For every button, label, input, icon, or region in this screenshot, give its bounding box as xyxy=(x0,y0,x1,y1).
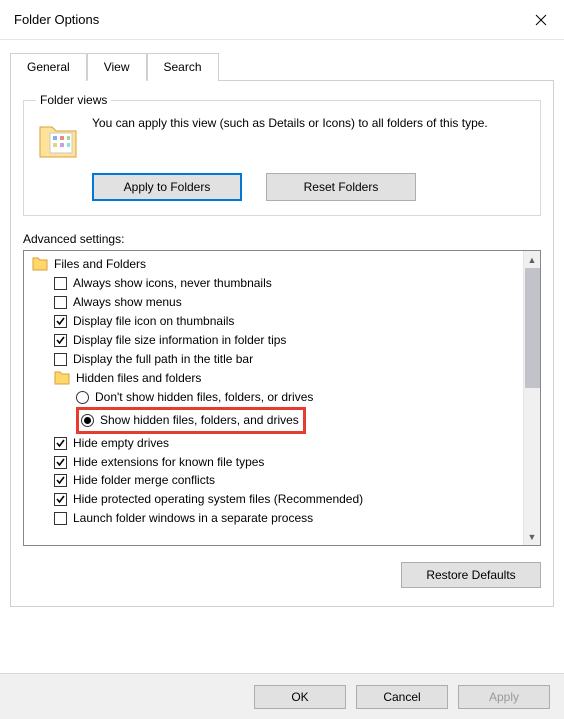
advanced-settings-label: Advanced settings: xyxy=(23,232,541,246)
scroll-thumb[interactable] xyxy=(525,268,540,388)
folder-icon xyxy=(32,257,48,271)
cancel-button[interactable]: Cancel xyxy=(356,685,448,709)
opt-launch-separate[interactable]: Launch folder windows in a separate proc… xyxy=(32,509,520,528)
opt-always-menus[interactable]: Always show menus xyxy=(32,293,520,312)
opt-dont-show-hidden[interactable]: Don't show hidden files, folders, or dri… xyxy=(32,388,520,407)
checkbox-checked-icon xyxy=(54,456,67,469)
folder-preview-icon xyxy=(36,119,80,163)
folder-icon xyxy=(54,371,70,385)
checkbox-checked-icon xyxy=(54,437,67,450)
checkbox-checked-icon xyxy=(54,315,67,328)
opt-hide-ext[interactable]: Hide extensions for known file types xyxy=(32,453,520,472)
folder-views-legend: Folder views xyxy=(36,93,111,107)
dialog-footer: OK Cancel Apply xyxy=(0,673,564,719)
restore-defaults-button[interactable]: Restore Defaults xyxy=(401,562,541,588)
opt-icon-thumbs[interactable]: Display file icon on thumbnails xyxy=(32,312,520,331)
tab-strip: General View Search xyxy=(10,52,554,80)
opt-always-icons[interactable]: Always show icons, never thumbnails xyxy=(32,274,520,293)
folder-views-group: Folder views You can apply this view (su… xyxy=(23,93,541,216)
reset-folders-button[interactable]: Reset Folders xyxy=(266,173,416,201)
checkbox-icon xyxy=(54,512,67,525)
opt-hide-protected[interactable]: Hide protected operating system files (R… xyxy=(32,490,520,509)
window-title: Folder Options xyxy=(14,12,99,27)
apply-button[interactable]: Apply xyxy=(458,685,550,709)
checkbox-checked-icon xyxy=(54,493,67,506)
checkbox-checked-icon xyxy=(54,474,67,487)
tab-general[interactable]: General xyxy=(10,53,87,81)
opt-hide-merge[interactable]: Hide folder merge conflicts xyxy=(32,471,520,490)
opt-full-path[interactable]: Display the full path in the title bar xyxy=(32,350,520,369)
ok-button[interactable]: OK xyxy=(254,685,346,709)
checkbox-icon xyxy=(54,296,67,309)
radio-icon xyxy=(76,391,89,404)
tab-search[interactable]: Search xyxy=(147,53,219,81)
checkbox-icon xyxy=(54,353,67,366)
opt-show-hidden[interactable]: Show hidden files, folders, and drives xyxy=(32,407,520,434)
folder-views-text: You can apply this view (such as Details… xyxy=(92,115,528,163)
checkbox-checked-icon xyxy=(54,334,67,347)
advanced-settings-tree: Files and Folders Always show icons, nev… xyxy=(23,250,541,546)
checkbox-icon xyxy=(54,277,67,290)
overflow-fade xyxy=(24,529,522,545)
opt-size-tips[interactable]: Display file size information in folder … xyxy=(32,331,520,350)
apply-to-folders-button[interactable]: Apply to Folders xyxy=(92,173,242,201)
title-bar: Folder Options xyxy=(0,0,564,40)
close-button[interactable] xyxy=(518,0,564,40)
tree-group-hidden: Hidden files and folders xyxy=(32,369,520,388)
tree-group-label: Files and Folders xyxy=(54,255,146,274)
highlight-annotation: Show hidden files, folders, and drives xyxy=(76,407,306,434)
opt-hide-empty[interactable]: Hide empty drives xyxy=(32,434,520,453)
tree-group-files-folders: Files and Folders xyxy=(32,255,520,274)
tab-view[interactable]: View xyxy=(87,53,147,81)
radio-selected-icon xyxy=(81,414,94,427)
close-icon xyxy=(535,14,547,26)
scroll-up-icon[interactable]: ▲ xyxy=(524,251,541,268)
scroll-down-icon[interactable]: ▼ xyxy=(524,528,541,545)
vertical-scrollbar[interactable]: ▲ ▼ xyxy=(523,251,540,545)
tab-panel-view: Folder views You can apply this view (su… xyxy=(10,80,554,607)
